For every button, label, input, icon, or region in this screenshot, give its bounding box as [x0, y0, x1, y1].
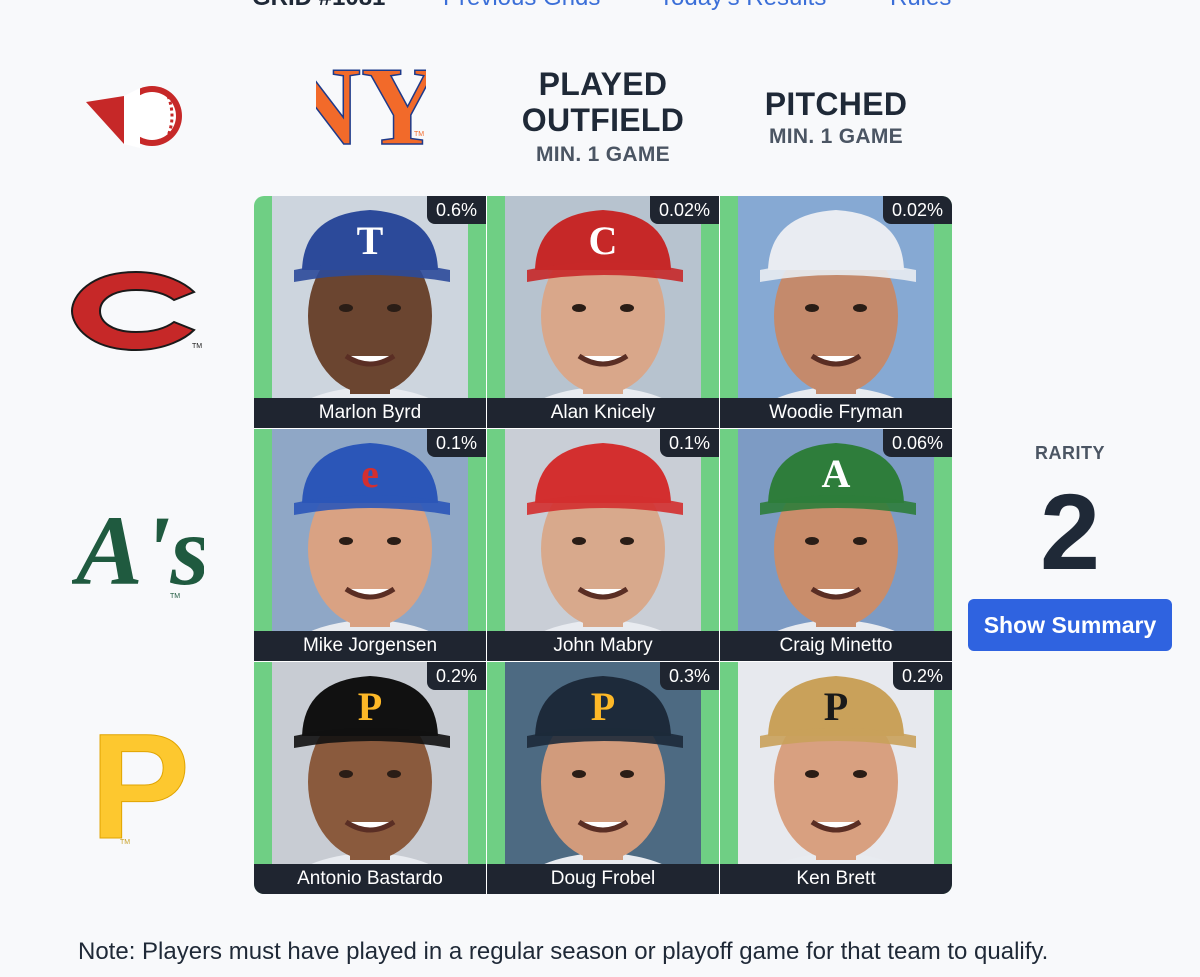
grid-cell[interactable]: 0.02% Woodie Fryman: [720, 196, 952, 428]
rules-link[interactable]: Rules: [890, 0, 951, 12]
rarity-percent-badge: 0.2%: [426, 662, 486, 690]
player-photo: [738, 196, 934, 428]
hat-baseball-logo: [84, 82, 184, 154]
rarity-percent-badge: 0.6%: [426, 196, 486, 224]
player-photo: [505, 429, 701, 661]
show-summary-button[interactable]: Show Summary: [968, 599, 1172, 651]
athletics-logo-letters: A's: [72, 495, 204, 600]
cap-letter: P: [824, 684, 848, 729]
player-name: Mike Jorgensen: [254, 631, 486, 661]
nav-separator: ·: [860, 0, 868, 12]
player-name: John Mabry: [487, 631, 719, 661]
rarity-percent-badge: 0.1%: [426, 429, 486, 457]
athletics-logo: A's TM: [72, 488, 204, 600]
player-name: Woodie Fryman: [720, 398, 952, 428]
pirates-logo: P TM: [86, 712, 187, 848]
player-name: Antonio Bastardo: [254, 864, 486, 894]
mets-logo-letters: NY: [316, 52, 426, 169]
rarity-score: 2: [1039, 471, 1101, 592]
cap-letter: A: [822, 451, 851, 496]
column-header-pitched: PITCHED MIN. 1 GAME: [722, 86, 950, 150]
nav-separator: ·: [629, 0, 637, 12]
cap-letter: e: [361, 451, 379, 496]
grid-cell[interactable]: P 0.2% Antonio Bastardo: [254, 662, 486, 894]
player-photo: P: [505, 662, 701, 894]
top-nav: GRID #1081 · Previous Grids · Today's Re…: [0, 0, 1200, 14]
rarity-percent-badge: 0.1%: [659, 429, 719, 457]
player-name: Craig Minetto: [720, 631, 952, 661]
grid-cell[interactable]: 0.1% John Mabry: [487, 429, 719, 661]
column-title-line2: OUTFIELD: [521, 102, 685, 138]
cap-letter: T: [357, 218, 384, 263]
column-subtitle: MIN. 1 GAME: [769, 125, 903, 148]
player-photo: e: [272, 429, 468, 661]
rarity-percent-badge: 0.2%: [892, 662, 952, 690]
player-name: Alan Knicely: [487, 398, 719, 428]
rarity-percent-badge: 0.02%: [882, 196, 952, 224]
grid-cell[interactable]: C 0.02% Alan Knicely: [487, 196, 719, 428]
trademark-mark: TM: [170, 593, 180, 600]
reds-logo: TM: [70, 266, 202, 356]
player-photo: P: [738, 662, 934, 894]
previous-grids-link[interactable]: Previous Grids: [443, 0, 600, 12]
player-photo: T: [272, 196, 468, 428]
player-photo: C: [505, 196, 701, 428]
player-name: Doug Frobel: [487, 864, 719, 894]
column-title-line1: PLAYED: [538, 66, 668, 102]
column-title: PITCHED: [764, 86, 908, 122]
todays-results-link[interactable]: Today's Results: [659, 0, 826, 12]
rarity-percent-badge: 0.06%: [882, 429, 952, 457]
column-subtitle: MIN. 1 GAME: [536, 143, 670, 166]
trademark-mark: TM: [120, 839, 130, 846]
mets-logo: NY TM: [316, 52, 426, 184]
grid-cell[interactable]: T 0.6% Marlon Byrd: [254, 196, 486, 428]
trademark-mark: TM: [192, 343, 202, 350]
player-name: Ken Brett: [720, 864, 952, 894]
qualification-note: Note: Players must have played in a regu…: [78, 938, 1049, 965]
player-photo: P: [272, 662, 468, 894]
rarity-percent-badge: 0.3%: [659, 662, 719, 690]
cap-letter: C: [589, 218, 618, 263]
cap-letter: P: [591, 684, 615, 729]
rarity-label: RARITY: [1035, 443, 1105, 463]
grid-number: GRID #1081: [252, 0, 385, 12]
grid-cell[interactable]: P 0.3% Doug Frobel: [487, 662, 719, 894]
nav-separator: ·: [413, 0, 421, 12]
immaculate-grid: T 0.6% Marlon Byrd C 0.02% Alan Knicely 0.02% W…: [254, 196, 952, 894]
trademark-mark: TM: [414, 131, 424, 138]
grid-cell[interactable]: P 0.2% Ken Brett: [720, 662, 952, 894]
cap-letter: P: [358, 684, 382, 729]
grid-cell[interactable]: e 0.1% Mike Jorgensen: [254, 429, 486, 661]
grid-cell[interactable]: A 0.06% Craig Minetto: [720, 429, 952, 661]
player-photo: A: [738, 429, 934, 661]
rarity-percent-badge: 0.02%: [649, 196, 719, 224]
player-name: Marlon Byrd: [254, 398, 486, 428]
column-header-played-outfield: PLAYED OUTFIELD MIN. 1 GAME: [488, 66, 718, 168]
pirates-logo-letter: P: [90, 712, 186, 848]
